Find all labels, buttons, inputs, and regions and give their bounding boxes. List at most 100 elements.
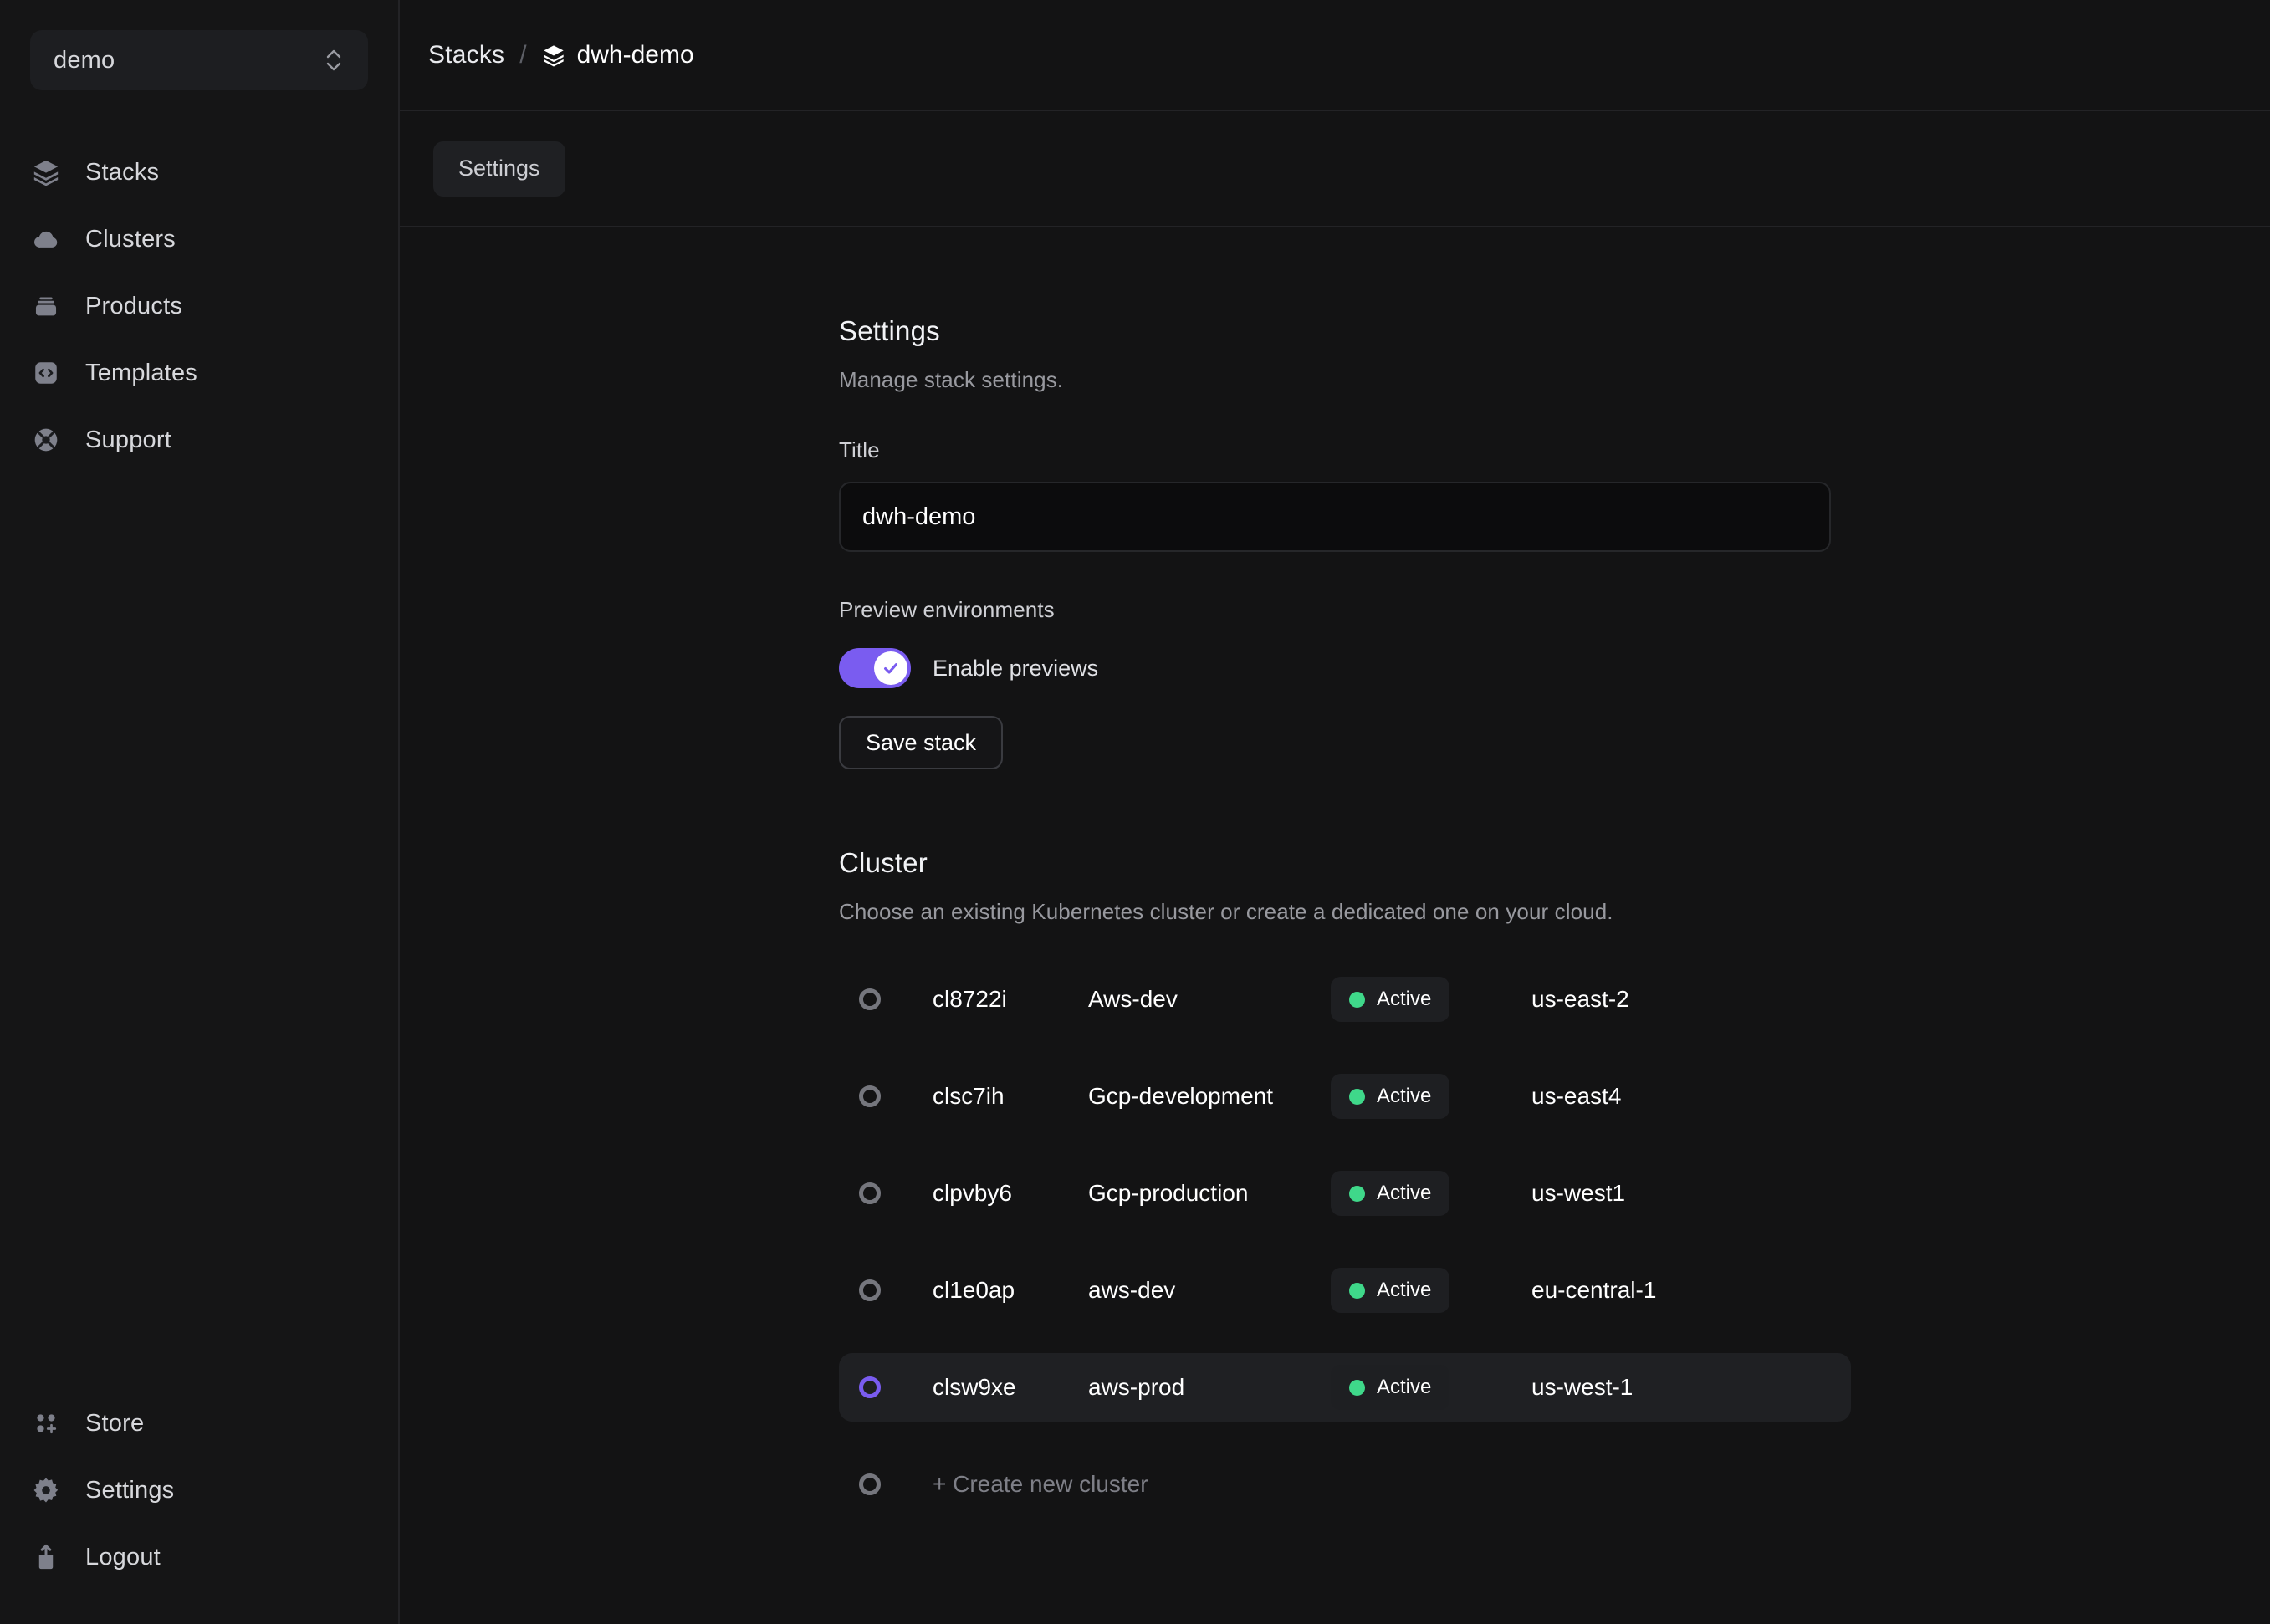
sidebar-item-products[interactable]: Products	[0, 273, 398, 340]
title-input[interactable]	[839, 482, 1831, 552]
gear-icon	[32, 1476, 60, 1504]
sidebar-item-label: Store	[85, 1409, 145, 1437]
status-label: Active	[1377, 1085, 1432, 1107]
cluster-region: eu-central-1	[1531, 1277, 1657, 1303]
status-label: Active	[1377, 988, 1432, 1010]
grid-plus-icon	[32, 1409, 60, 1438]
cluster-region: us-east-2	[1531, 986, 1629, 1012]
status-badge: Active	[1331, 1365, 1531, 1410]
cluster-radio[interactable]	[859, 988, 881, 1010]
sidebar-nav-primary: Stacks Clusters Products Templates Suppo…	[0, 139, 398, 473]
tab-settings[interactable]: Settings	[433, 140, 565, 197]
cluster-id: clsc7ih	[933, 1083, 1005, 1109]
tab-bar: Settings	[400, 111, 2270, 227]
status-badge: Active	[1331, 1268, 1531, 1313]
enable-previews-label: Enable previews	[933, 655, 1099, 681]
logout-icon	[32, 1543, 60, 1571]
cluster-radio[interactable]	[859, 1376, 881, 1398]
table-row[interactable]: cl1e0ap aws-dev Active eu-central-1	[839, 1256, 1851, 1325]
sidebar-nav-secondary: Store Settings Logout	[0, 1390, 398, 1591]
sidebar-item-label: Settings	[85, 1476, 175, 1504]
cluster-id: cl8722i	[933, 986, 1007, 1012]
sidebar-item-label: Templates	[85, 359, 197, 386]
table-row[interactable]: cl8722i Aws-dev Active us-east-2	[839, 965, 1851, 1034]
save-stack-label: Save stack	[866, 729, 977, 755]
sidebar-item-label: Support	[85, 426, 171, 453]
sidebar-item-label: Clusters	[85, 225, 176, 253]
toggle-knob	[874, 651, 907, 685]
cluster-radio[interactable]	[859, 1182, 881, 1204]
status-badge-inner: Active	[1331, 1074, 1450, 1119]
lifebuoy-icon	[32, 426, 60, 454]
status-dot-icon	[1349, 1379, 1365, 1396]
settings-panel: Settings Manage stack settings. Title Pr…	[839, 227, 1851, 1519]
cluster-region: us-east4	[1531, 1083, 1622, 1109]
cluster-name: aws-dev	[1088, 1277, 1176, 1303]
cluster-name: Gcp-development	[1088, 1083, 1274, 1109]
cloud-icon	[32, 225, 60, 253]
breadcrumb-current-label: dwh-demo	[576, 40, 694, 69]
sidebar-item-label: Stacks	[85, 158, 160, 186]
check-icon	[884, 663, 897, 674]
chevron-up-down-icon	[323, 46, 345, 74]
sidebar-item-support[interactable]: Support	[0, 406, 398, 473]
status-badge: Active	[1331, 1171, 1531, 1216]
cluster-name: Gcp-production	[1088, 1180, 1249, 1206]
status-badge-inner: Active	[1331, 977, 1450, 1022]
create-new-cluster-label: + Create new cluster	[933, 1471, 1148, 1497]
status-badge-inner: Active	[1331, 1268, 1450, 1313]
breadcrumb-separator: /	[519, 40, 527, 69]
app-root: demo Stacks Clusters Products Templates …	[0, 0, 2270, 1624]
cluster-name: Aws-dev	[1088, 986, 1178, 1012]
cluster-title: Cluster	[839, 847, 928, 878]
create-new-cluster-row[interactable]: + Create new cluster	[839, 1450, 1851, 1519]
tab-label: Settings	[458, 156, 540, 181]
status-label: Active	[1377, 1376, 1432, 1398]
layers-icon	[32, 158, 60, 186]
code-brackets-icon	[32, 359, 60, 387]
sidebar-item-clusters[interactable]: Clusters	[0, 206, 398, 273]
table-row[interactable]: clsw9xe aws-prod Active us-west-1	[839, 1353, 1851, 1422]
cluster-list: cl8722i Aws-dev Active us-east-2 clsc7ih…	[839, 965, 1851, 1519]
cluster-radio[interactable]	[859, 1279, 881, 1301]
cluster-radio[interactable]	[859, 1473, 881, 1495]
status-label: Active	[1377, 1279, 1432, 1301]
layers-icon	[542, 43, 565, 67]
org-name: demo	[54, 46, 115, 74]
table-row[interactable]: clsc7ih Gcp-development Active us-east4	[839, 1062, 1851, 1131]
sidebar-item-label: Products	[85, 292, 183, 319]
cluster-id: clpvby6	[933, 1180, 1012, 1206]
title-field-label: Title	[839, 437, 880, 462]
sidebar-item-templates[interactable]: Templates	[0, 340, 398, 406]
table-row[interactable]: clpvby6 Gcp-production Active us-west1	[839, 1159, 1851, 1228]
sidebar: demo Stacks Clusters Products Templates …	[0, 0, 400, 1624]
cluster-name: aws-prod	[1088, 1374, 1185, 1400]
preview-environments-label: Preview environments	[839, 597, 1055, 622]
status-dot-icon	[1349, 1185, 1365, 1202]
status-dot-icon	[1349, 1282, 1365, 1299]
cluster-section: Cluster Choose an existing Kubernetes cl…	[839, 847, 1851, 1519]
sidebar-item-label: Logout	[85, 1543, 161, 1570]
sidebar-item-store[interactable]: Store	[0, 1390, 398, 1457]
status-badge: Active	[1331, 977, 1531, 1022]
cluster-region: us-west-1	[1531, 1374, 1633, 1400]
status-badge-inner: Active	[1331, 1365, 1450, 1410]
breadcrumb: Stacks / dwh-demo	[400, 0, 2270, 111]
breadcrumb-current: dwh-demo	[542, 41, 694, 69]
settings-content: Settings Manage stack settings. Title Pr…	[400, 227, 2270, 1624]
sidebar-item-logout[interactable]: Logout	[0, 1524, 398, 1591]
enable-previews-toggle[interactable]	[839, 648, 911, 688]
org-switcher[interactable]: demo	[30, 30, 368, 90]
cluster-radio[interactable]	[859, 1085, 881, 1107]
save-stack-button[interactable]: Save stack	[839, 716, 1004, 769]
box-icon	[32, 292, 60, 320]
cluster-subtitle: Choose an existing Kubernetes cluster or…	[839, 899, 1613, 924]
cluster-id: clsw9xe	[933, 1374, 1016, 1400]
main-content: Stacks / dwh-demo Settings Settings Mana…	[400, 0, 2270, 1624]
sidebar-item-settings[interactable]: Settings	[0, 1457, 398, 1524]
page-title: Settings	[839, 315, 940, 346]
page-subtitle: Manage stack settings.	[839, 367, 1064, 392]
status-label: Active	[1377, 1182, 1432, 1204]
sidebar-item-stacks[interactable]: Stacks	[0, 139, 398, 206]
breadcrumb-root[interactable]: Stacks	[428, 41, 504, 69]
